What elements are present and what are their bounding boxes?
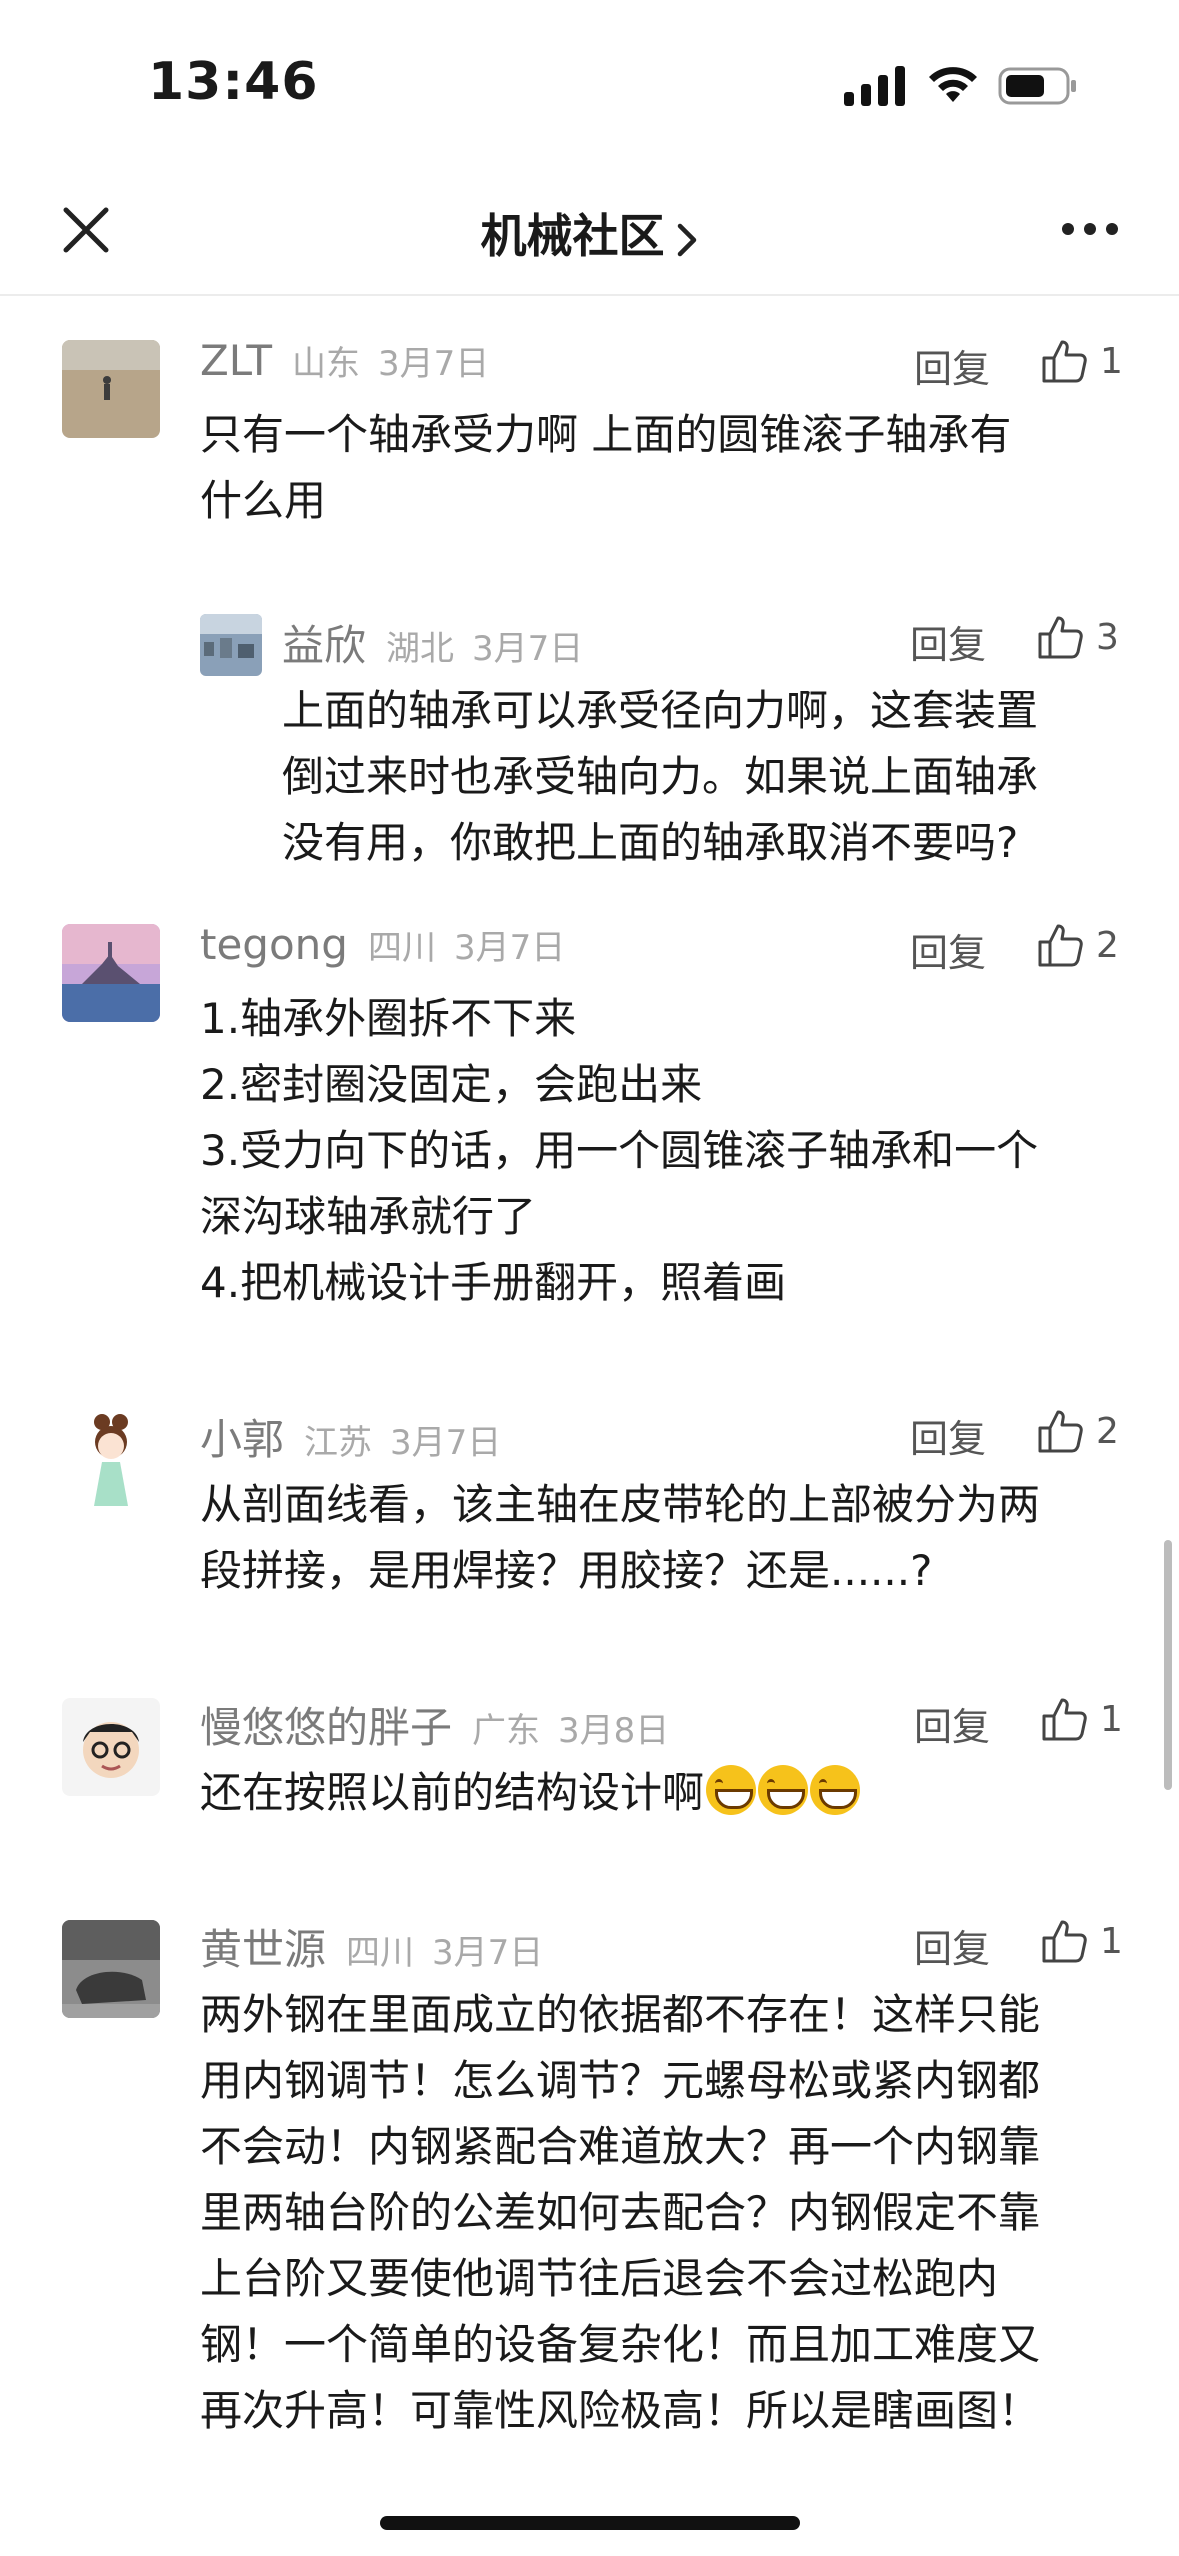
avatar[interactable] xyxy=(62,1410,160,1508)
username[interactable]: 黄世源 xyxy=(200,1916,326,1977)
comment-date: 3月7日 xyxy=(378,344,490,384)
like-button[interactable]: 3 xyxy=(1036,612,1119,662)
comment-date: 3月7日 xyxy=(453,928,566,968)
page-title: 机械社区 xyxy=(480,209,665,263)
like-count: 1 xyxy=(1100,340,1123,382)
grinning-face-icon xyxy=(758,1765,809,1815)
username[interactable]: 益欣 xyxy=(282,612,366,673)
reply-meta: 益欣 湖北 3月7日 xyxy=(282,612,583,672)
comment-meta: 小郭 江苏 3月7日 xyxy=(200,1406,501,1466)
grinning-face-icon xyxy=(706,1765,757,1815)
comment-meta: tegong 四川 3月7日 xyxy=(200,920,565,980)
comment-text: 两外钢在里面成立的依据都不存在！这样只能 用内钢调节！怎么调节？元螺母松或紧内钢… xyxy=(200,1990,1041,2435)
status-bar: 13:46 xyxy=(0,0,1179,160)
thumbs-up-icon xyxy=(1038,924,1083,967)
reply-button[interactable]: 回复 xyxy=(910,1408,986,1463)
comment-date: 3月7日 xyxy=(432,1933,544,1973)
avatar[interactable] xyxy=(62,924,160,1022)
username[interactable]: tegong xyxy=(200,920,348,969)
reply-text: 上面的轴承可以承受径向力啊，这套装置 倒过来时也承受轴向力。如果说上面轴承 没有… xyxy=(282,686,1039,867)
battery-icon xyxy=(998,67,1076,105)
comment-text: 只有一个轴承受力啊 上面的圆锥滚子轴承有 什么用 xyxy=(200,410,1012,525)
username[interactable]: ZLT xyxy=(200,336,272,385)
like-count: 2 xyxy=(1096,1410,1119,1452)
comment-text: 1.轴承外圈拆不下来 2.密封圈没固定，会跑出来 3.受力向下的话，用一个圆锥滚… xyxy=(200,994,1039,1307)
like-count: 1 xyxy=(1100,1920,1123,1962)
thumbs-up-icon xyxy=(1042,340,1087,383)
reply-button[interactable]: 回复 xyxy=(914,1696,990,1751)
chevron-right-icon xyxy=(677,223,696,256)
comment-meta: 黄世源 四川 3月7日 xyxy=(200,1916,543,1976)
user-location: 四川 xyxy=(346,1933,415,1973)
like-count: 1 xyxy=(1100,1698,1123,1740)
like-button[interactable]: 1 xyxy=(1040,1694,1123,1744)
comment-text: 从剖面线看，该主轴在皮带轮的上部被分为两 段拼接，是用焊接？用胶接？还是....… xyxy=(200,1480,1041,1595)
avatar[interactable] xyxy=(62,1920,160,2018)
scrollbar[interactable] xyxy=(1164,1540,1172,1790)
thumbs-up-icon xyxy=(1038,1410,1083,1453)
thumbs-up-icon xyxy=(1042,1698,1087,1741)
like-button[interactable]: 1 xyxy=(1040,1916,1123,1966)
comment-text-content: 还在按照以前的结构设计啊 xyxy=(200,1768,705,1817)
user-location: 江苏 xyxy=(304,1423,373,1463)
thumbs-up-icon xyxy=(1042,1920,1087,1963)
user-location: 湖北 xyxy=(386,629,455,669)
reply-button[interactable]: 回复 xyxy=(914,338,990,393)
like-button[interactable]: 1 xyxy=(1040,336,1123,386)
reply-button[interactable]: 回复 xyxy=(914,1918,990,1973)
comment-meta: 慢悠悠的胖子 广东 3月8日 xyxy=(200,1694,669,1754)
thumbs-up-icon xyxy=(1038,616,1083,659)
community-title-link[interactable]: 机械社区 xyxy=(0,200,1179,266)
comment-date: 3月7日 xyxy=(390,1423,502,1463)
like-button[interactable]: 2 xyxy=(1036,1406,1119,1456)
like-button[interactable]: 2 xyxy=(1036,920,1119,970)
navbar: 机械社区 xyxy=(0,170,1179,296)
user-location: 广东 xyxy=(472,1711,541,1751)
username[interactable]: 慢悠悠的胖子 xyxy=(200,1694,452,1755)
user-location: 山东 xyxy=(292,344,361,384)
reply-button[interactable]: 回复 xyxy=(910,614,986,669)
like-count: 2 xyxy=(1096,924,1119,966)
comment-text: 还在按照以前的结构设计啊 xyxy=(200,1760,1140,1826)
like-count: 3 xyxy=(1096,616,1119,658)
user-location: 四川 xyxy=(367,928,436,968)
status-time: 13:46 xyxy=(148,52,319,112)
grinning-face-icon xyxy=(810,1765,861,1815)
home-indicator[interactable] xyxy=(380,2516,800,2530)
avatar[interactable] xyxy=(62,1698,160,1796)
comment-date: 3月7日 xyxy=(472,629,584,669)
reply-button[interactable]: 回复 xyxy=(910,922,986,977)
more-icon[interactable] xyxy=(1060,214,1120,244)
username[interactable]: 小郭 xyxy=(200,1406,284,1467)
wifi-icon xyxy=(929,67,977,102)
comment-meta: ZLT 山东 3月7日 xyxy=(200,336,489,396)
avatar[interactable] xyxy=(62,340,160,438)
comment-date: 3月8日 xyxy=(558,1711,670,1751)
avatar[interactable] xyxy=(200,614,262,676)
cellular-signal-icon xyxy=(844,66,905,106)
